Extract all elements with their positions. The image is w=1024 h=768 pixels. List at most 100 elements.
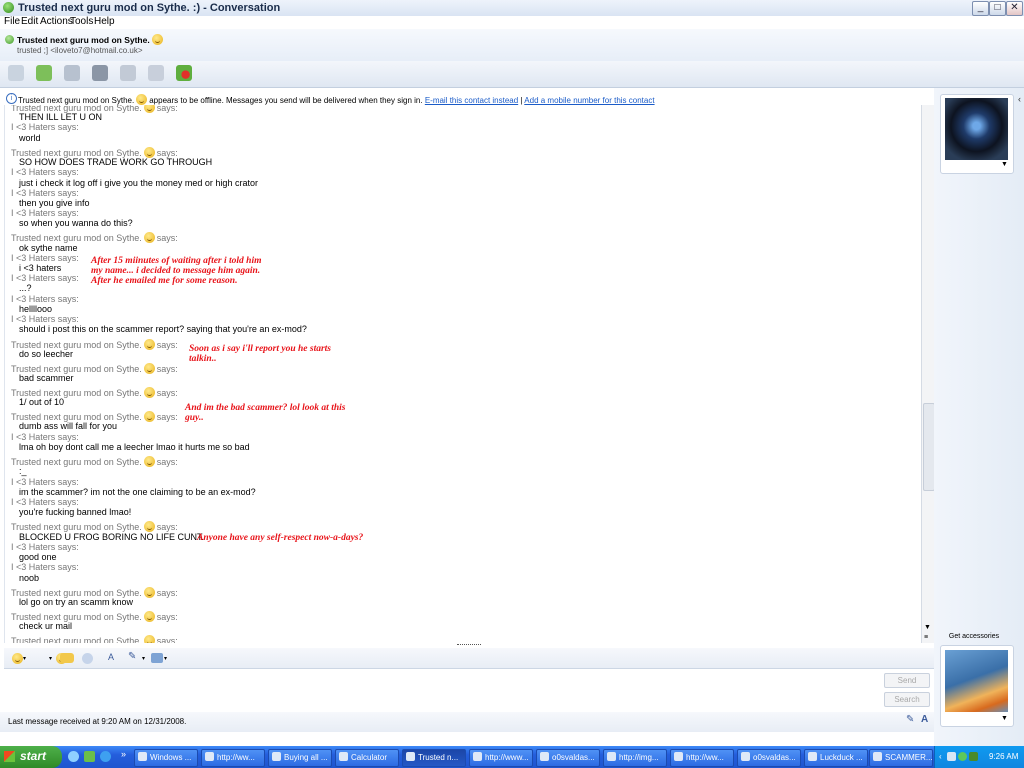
- taskbar-button[interactable]: http://img...: [603, 749, 667, 767]
- says-label: says:: [156, 588, 178, 598]
- handwriting-icon[interactable]: ✎: [906, 714, 914, 725]
- email-contact-link[interactable]: E-mail this contact instead: [425, 96, 518, 105]
- speaker-name: I <3 Haters says:: [11, 314, 79, 324]
- message-input[interactable]: Send Search: [4, 668, 934, 713]
- my-avatar-menu-chevron-icon[interactable]: ▼: [1001, 715, 1008, 722]
- tray-collapse-icon[interactable]: ‹: [939, 752, 942, 761]
- maximize-button[interactable]: □: [989, 1, 1006, 16]
- taskbar-button[interactable]: SCAMMER...: [869, 749, 933, 767]
- chat-message: good one: [19, 552, 57, 562]
- conversation-scrollbar[interactable]: ▼ ≡: [921, 105, 935, 643]
- voice-clip-icon[interactable]: [60, 653, 74, 663]
- pen-icon[interactable]: ✎: [128, 651, 136, 662]
- search-button[interactable]: Search: [884, 692, 930, 707]
- smiley-icon: [143, 411, 155, 422]
- taskbar-button-label: http://www...: [485, 753, 529, 762]
- speaker-name: Trusted next guru mod on Sythe.: [11, 233, 142, 243]
- volume-icon[interactable]: [947, 752, 956, 761]
- taskbar-button[interactable]: o0svaldas...: [536, 749, 600, 767]
- quicklaunch-browser-icon[interactable]: [68, 751, 79, 762]
- taskbar-button[interactable]: o0svaldas...: [737, 749, 801, 767]
- chat-message: hellllooo: [19, 304, 53, 314]
- menu-actions[interactable]: Actions: [40, 16, 73, 27]
- messenger-tray-icon[interactable]: [958, 752, 967, 761]
- taskbar-button-label: Buying all ...: [284, 753, 328, 762]
- smiley-icon: [143, 232, 155, 243]
- smiley-icon: [143, 521, 155, 532]
- taskbar-button-label: Calculator: [351, 753, 388, 762]
- wink-dropdown-icon[interactable]: ▾: [49, 655, 52, 662]
- taskbar-button-label: http://img...: [619, 753, 659, 762]
- menu-edit[interactable]: Edit: [21, 16, 38, 27]
- scroll-end-icon[interactable]: ≡: [924, 634, 928, 641]
- chat-message: do so leecher: [19, 349, 74, 359]
- my-avatar[interactable]: [945, 650, 1008, 712]
- taskbar-button[interactable]: Trusted n...: [402, 749, 466, 767]
- taskbar-button[interactable]: http://www...: [469, 749, 533, 767]
- conversation-history[interactable]: Trusted next guru mod on Sythe. says: THEN…: [4, 105, 921, 643]
- chat-speaker-line: I <3 Haters says:: [11, 562, 79, 572]
- pen-dropdown-icon[interactable]: ▾: [142, 655, 145, 662]
- games-icon[interactable]: [148, 65, 164, 81]
- chat-message: BLOCKED U FROG BORING NO LIFE CUNT.: [19, 532, 205, 542]
- minimize-button[interactable]: _: [972, 1, 989, 16]
- chat-speaker-line: Trusted next guru mod on Sythe. says:: [11, 456, 178, 467]
- taskbar: start » Windows ... http://ww... Buying al…: [0, 746, 1024, 768]
- invite-icon[interactable]: [8, 65, 24, 81]
- call-icon[interactable]: [92, 65, 108, 81]
- app-icon: [674, 752, 683, 761]
- taskbar-button[interactable]: Windows ...: [134, 749, 198, 767]
- chat-message: world: [19, 133, 41, 143]
- quicklaunch-more-icon[interactable]: »: [121, 749, 126, 759]
- scroll-down-icon[interactable]: ▼: [924, 624, 931, 631]
- menu-tools[interactable]: Tools: [70, 16, 93, 27]
- chat-message: lma oh boy dont call me a leecher lmao i…: [19, 442, 250, 452]
- typing-mode-icon[interactable]: A: [921, 714, 928, 725]
- taskbar-button[interactable]: Luckduck ...: [804, 749, 868, 767]
- activities-icon[interactable]: [120, 65, 136, 81]
- emoticon-dropdown-icon[interactable]: ▾: [23, 655, 26, 662]
- status-bar: Last message received at 9:20 AM on 12/3…: [0, 712, 934, 732]
- contact-status-line: trusted ;] <iloveto7@hotmail.co.uk>: [17, 46, 143, 55]
- start-button[interactable]: start: [0, 746, 62, 768]
- contact-name[interactable]: Trusted next guru mod on Sythe.: [17, 34, 165, 45]
- quicklaunch-desktop-icon[interactable]: [84, 751, 95, 762]
- menu-help[interactable]: Help: [94, 16, 115, 27]
- speaker-name: I <3 Haters says:: [11, 294, 79, 304]
- get-accessories-link[interactable]: Get accessories: [934, 633, 1014, 640]
- app-icon: [873, 752, 882, 761]
- background-dropdown-icon[interactable]: ▾: [164, 655, 167, 662]
- nudge-icon[interactable]: [82, 653, 93, 664]
- avatar-menu-chevron-icon[interactable]: ▼: [1001, 161, 1008, 168]
- taskbar-button[interactable]: Buying all ...: [268, 749, 332, 767]
- network-icon[interactable]: [969, 752, 978, 761]
- taskbar-button[interactable]: Calculator: [335, 749, 399, 767]
- app-icon: [205, 752, 214, 761]
- taskbar-button[interactable]: http://ww...: [201, 749, 265, 767]
- taskbar-button-label: Luckduck ...: [820, 753, 863, 762]
- video-icon[interactable]: [64, 65, 80, 81]
- system-tray: ‹ 9:26 AM: [934, 746, 1024, 768]
- font-icon[interactable]: A: [108, 652, 114, 662]
- messenger-icon: [3, 2, 14, 13]
- block-icon[interactable]: [176, 65, 192, 81]
- background-icon[interactable]: [151, 653, 163, 663]
- says-label: says:: [156, 233, 178, 243]
- emoticon-icon[interactable]: [12, 653, 23, 664]
- send-files-icon[interactable]: [36, 65, 52, 81]
- chat-speaker-line: I <3 Haters says:: [11, 432, 79, 442]
- send-button[interactable]: Send: [884, 673, 930, 688]
- collapse-pane-icon[interactable]: ‹: [1018, 94, 1021, 104]
- chat-message: i <3 haters: [19, 263, 62, 273]
- menu-file[interactable]: File: [4, 16, 20, 27]
- taskbar-button[interactable]: http://ww...: [670, 749, 734, 767]
- quicklaunch-ie-icon[interactable]: [100, 751, 111, 762]
- contact-avatar[interactable]: [945, 98, 1008, 160]
- smiley-icon: [151, 34, 163, 45]
- taskbar-button-label: SCAMMER...: [885, 753, 933, 762]
- add-mobile-link[interactable]: Add a mobile number for this contact: [524, 96, 654, 105]
- close-button[interactable]: ✕: [1006, 1, 1023, 16]
- toolbar: [0, 61, 1024, 88]
- chat-message: ok sythe name: [19, 243, 78, 253]
- chat-message: ...?: [19, 283, 32, 293]
